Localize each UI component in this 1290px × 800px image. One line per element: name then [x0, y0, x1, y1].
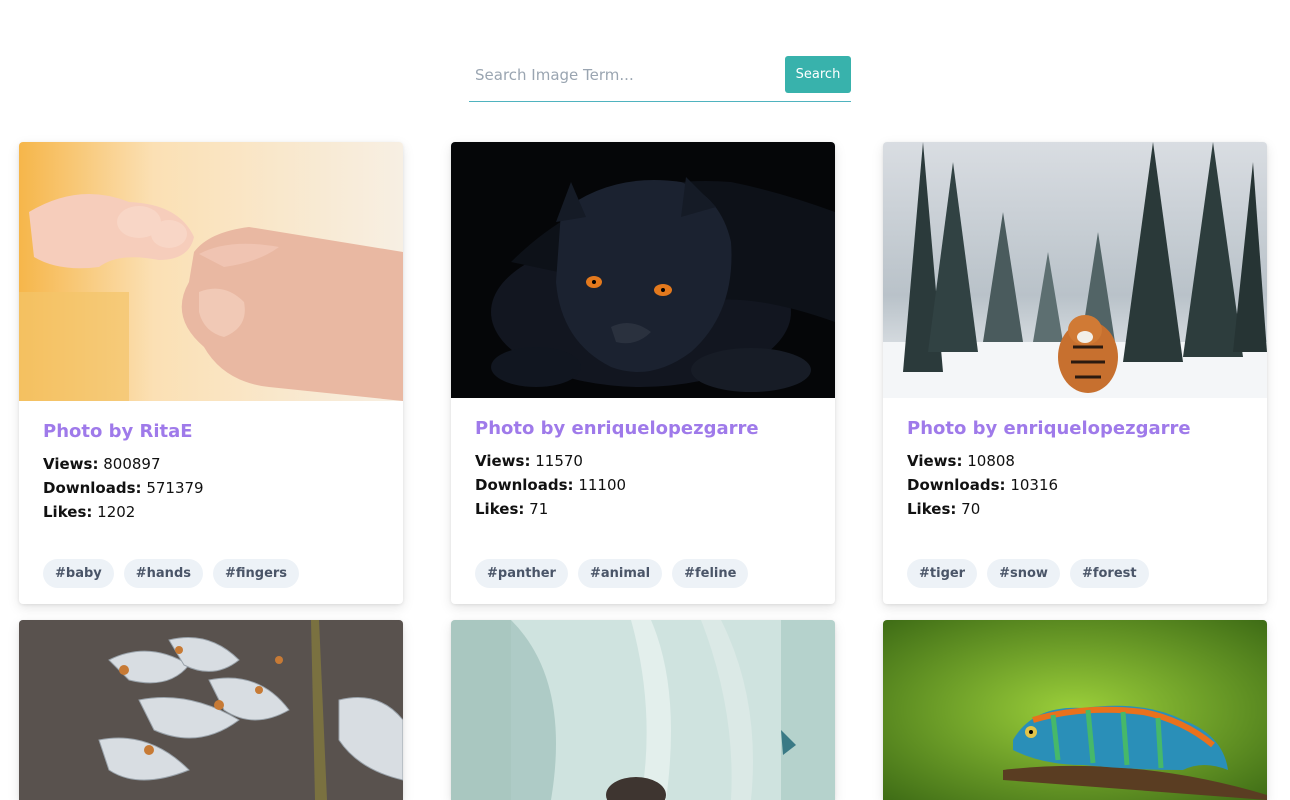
card-image[interactable]: [883, 142, 1267, 398]
tag-list: #panther #animal #feline: [451, 559, 772, 588]
tag[interactable]: #fingers: [212, 559, 300, 588]
card-image[interactable]: [451, 620, 835, 800]
downloads-stat: Downloads: 10316: [907, 473, 1243, 497]
views-stat: Views: 10808: [907, 449, 1243, 473]
image-card: [451, 620, 835, 800]
tag[interactable]: #feline: [672, 559, 749, 588]
image-card: Photo by enriquelopezgarre Views: 11570 …: [451, 142, 835, 604]
downloads-value: 10316: [1010, 476, 1059, 494]
card-title[interactable]: Photo by RitaE: [43, 421, 379, 442]
search-input[interactable]: [469, 56, 779, 94]
downloads-label: Downloads:: [43, 479, 142, 497]
views-stat: Views: 800897: [43, 452, 379, 476]
likes-value: 70: [961, 500, 981, 518]
tag[interactable]: #hands: [123, 559, 203, 588]
downloads-label: Downloads:: [907, 476, 1006, 494]
search-form: Search: [469, 56, 851, 102]
views-label: Views:: [907, 452, 963, 470]
views-label: Views:: [43, 455, 99, 473]
tag-list: #baby #hands #fingers: [19, 559, 323, 588]
card-body: Photo by enriquelopezgarre Views: 11570 …: [451, 398, 835, 521]
image-card: [883, 620, 1267, 800]
downloads-stat: Downloads: 11100: [475, 473, 811, 497]
black-panther-image: [451, 142, 835, 398]
tag[interactable]: #animal: [577, 559, 663, 588]
painted-curtain-image: [451, 620, 835, 800]
baby-hand-image: [19, 142, 403, 401]
likes-stat: Likes: 70: [907, 497, 1243, 521]
tag[interactable]: #forest: [1069, 559, 1149, 588]
views-value: 11570: [535, 452, 583, 470]
downloads-stat: Downloads: 571379: [43, 476, 379, 500]
views-value: 10808: [967, 452, 1015, 470]
views-stat: Views: 11570: [475, 449, 811, 473]
tag[interactable]: #tiger: [907, 559, 978, 588]
image-card: Photo by enriquelopezgarre Views: 10808 …: [883, 142, 1267, 604]
tag[interactable]: #panther: [475, 559, 568, 588]
likes-label: Likes:: [475, 500, 525, 518]
frozen-flower-image: [19, 620, 403, 800]
image-card: [19, 620, 403, 800]
image-card: Photo by RitaE Views: 800897 Downloads: …: [19, 142, 403, 604]
likes-stat: Likes: 71: [475, 497, 811, 521]
card-title[interactable]: Photo by enriquelopezgarre: [475, 418, 811, 439]
card-image[interactable]: [883, 620, 1267, 800]
chameleon-image: [883, 620, 1267, 800]
likes-value: 1202: [97, 503, 136, 521]
tag-list: #tiger #snow #forest: [883, 559, 1173, 588]
tag[interactable]: #snow: [987, 559, 1060, 588]
views-label: Views:: [475, 452, 531, 470]
views-value: 800897: [103, 455, 161, 473]
card-body: Photo by RitaE Views: 800897 Downloads: …: [19, 401, 403, 524]
card-image[interactable]: [19, 142, 403, 401]
likes-label: Likes:: [907, 500, 957, 518]
search-button[interactable]: Search: [785, 56, 851, 93]
likes-label: Likes:: [43, 503, 93, 521]
likes-value: 71: [529, 500, 549, 518]
card-image[interactable]: [451, 142, 835, 398]
downloads-value: 571379: [146, 479, 204, 497]
tiger-snow-forest-image: [883, 142, 1267, 398]
downloads-value: 11100: [578, 476, 627, 494]
card-body: Photo by enriquelopezgarre Views: 10808 …: [883, 398, 1267, 521]
card-title[interactable]: Photo by enriquelopezgarre: [907, 418, 1243, 439]
downloads-label: Downloads:: [475, 476, 574, 494]
likes-stat: Likes: 1202: [43, 500, 379, 524]
tag[interactable]: #baby: [43, 559, 114, 588]
card-image[interactable]: [19, 620, 403, 800]
